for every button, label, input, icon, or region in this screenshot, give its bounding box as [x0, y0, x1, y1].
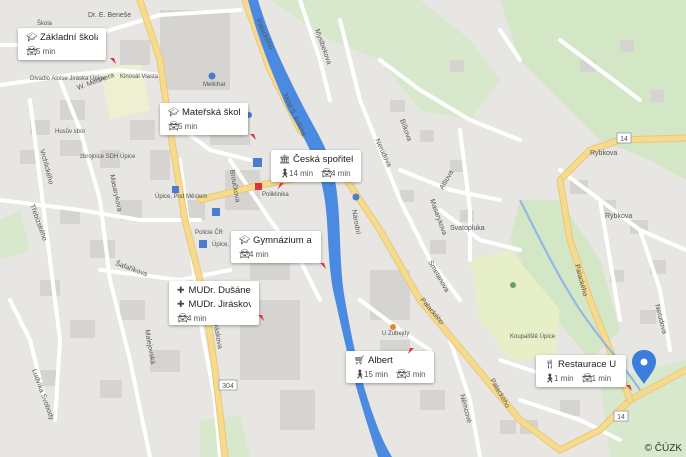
road-shield: 14 — [613, 410, 629, 422]
car-icon: 🚘︎ — [177, 313, 189, 323]
walk-time: 1 min — [554, 374, 574, 383]
poi-card-mudr[interactable]: ✚MUDr. Dušánek R… ✚MUDr. Jirásková E… 🚘︎… — [169, 281, 259, 325]
street-label: Rybkova — [590, 150, 617, 157]
street-label: Rybkova — [605, 213, 632, 220]
road-shield: 14 — [616, 132, 632, 144]
restaurant-icon: 🍴︎ — [544, 359, 556, 369]
poi-label: Husův sbor — [55, 128, 85, 135]
car-time: 5 min — [36, 47, 56, 56]
car-time: 4 min — [331, 169, 351, 178]
card-title: Mateřská škola Ú… — [182, 107, 240, 118]
car-icon: 🚘︎ — [26, 46, 38, 56]
poi-label: Kinosál Vlasta — [120, 74, 159, 80]
car-icon: 🚘︎ — [239, 249, 251, 259]
poi-card-albert[interactable]: 🛒︎ Albert 🚶︎15 min 🚘︎3 min — [346, 351, 434, 383]
shop-icon — [352, 193, 360, 201]
poi-label: Úpice, Pod Městem — [155, 193, 207, 200]
card-title: Česká spořitelna — [293, 154, 353, 165]
card-title: Restaurace U Ma… — [558, 359, 618, 370]
poi-card-gymnazium[interactable]: 🎓︎Gymnázium a stř… 🚘︎4 min — [231, 231, 321, 263]
poi-card-restaurace[interactable]: 🍴︎Restaurace U Ma… 🚶︎1 min 🚘︎1 min — [536, 355, 626, 387]
cart-icon: 🛒︎ — [354, 355, 366, 365]
walk-time: 15 min — [364, 370, 389, 379]
walk-icon: 🚶︎ — [354, 369, 366, 379]
car-icon: 🚘︎ — [581, 373, 593, 383]
map-attribution: © ČÚZK — [644, 443, 682, 454]
park-poi-icon — [510, 282, 516, 288]
post-icon — [172, 186, 179, 193]
road-number-label: 14 — [620, 136, 628, 143]
medical-icon: ✚ — [177, 299, 185, 309]
road-number-label: 304 — [222, 383, 234, 390]
car-time: 5 min — [178, 122, 198, 131]
car-time: 4 min — [249, 250, 269, 259]
car-time: 4 min — [187, 314, 207, 323]
card-title-2: MUDr. Jirásková E… — [188, 299, 251, 310]
map-canvas[interactable]: 304 14 14 Dr. E. Beneše Palackého Most 5… — [0, 0, 686, 457]
school-icon: 🎓︎ — [239, 235, 251, 245]
poi-label: U Zubejdy — [382, 331, 409, 337]
poi-label: Koupaliště Úpice — [510, 333, 556, 340]
bank-icon: 🏛︎ — [279, 154, 291, 164]
car-icon: 🚘︎ — [321, 168, 333, 178]
poi-card-materska-skola[interactable]: 🎓︎Mateřská škola Ú… 🚘︎5 min — [160, 103, 248, 135]
poi-label: Poliklinika — [262, 192, 289, 198]
street-label: Svatopluka — [450, 225, 485, 232]
poi-card-ceska-sporitelna[interactable]: 🏛︎Česká spořitelna 🚶︎14 min 🚘︎4 min — [271, 150, 361, 182]
hospital-icon — [255, 183, 262, 190]
shop-icon — [208, 72, 216, 80]
card-title: Albert — [368, 355, 393, 366]
poi-card-zakladni-skola[interactable]: 🎓︎Základní škola br… 🚘︎5 min — [18, 28, 106, 60]
poi-label: Divadlo Aloise Jiráska Úpice — [30, 75, 106, 82]
road-shield: 304 — [218, 379, 238, 391]
poi-label: Škola — [37, 20, 53, 27]
walk-icon: 🚶︎ — [279, 168, 291, 178]
walk-icon: 🚶︎ — [544, 373, 556, 383]
walk-time: 14 min — [289, 169, 314, 178]
card-title: Základní škola br… — [40, 32, 98, 43]
car-time: 3 min — [406, 370, 426, 379]
card-title: MUDr. Dušánek R… — [188, 285, 251, 296]
bus-stop-icon — [212, 208, 220, 216]
car-icon: 🚘︎ — [168, 121, 180, 131]
poi-label: Melichar — [203, 82, 226, 88]
school-icon: 🎓︎ — [168, 107, 180, 117]
poi-label: zbrojnice SDH Úpice — [80, 153, 136, 160]
restaurant-dot-icon — [390, 324, 396, 330]
poi-label: Policie ČR — [195, 229, 224, 236]
street-label: Dr. E. Beneše — [88, 12, 131, 19]
car-icon: 🚘︎ — [396, 369, 408, 379]
car-time: 1 min — [591, 374, 612, 383]
card-title: Gymnázium a stř… — [253, 235, 313, 246]
school-icon: 🎓︎ — [26, 32, 38, 42]
bus-stop-icon — [199, 240, 207, 248]
parking-icon — [253, 158, 262, 167]
road-number-label: 14 — [617, 414, 625, 421]
medical-icon: ✚ — [177, 285, 185, 295]
